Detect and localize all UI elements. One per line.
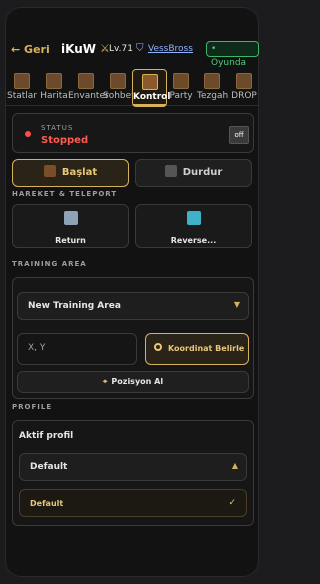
return-button[interactable]: Return	[12, 204, 129, 248]
tab-tezgah[interactable]: Tezgah	[197, 69, 229, 105]
caret-down-icon: ▼	[233, 300, 240, 309]
stall-icon	[204, 73, 220, 89]
profile-select[interactable]: Default ▲	[19, 453, 247, 481]
status-value: Stopped	[41, 135, 89, 146]
return-scroll-icon	[63, 211, 78, 225]
reverse-label: Reverse...	[170, 236, 217, 245]
map-icon	[46, 73, 62, 89]
stop-label: Durdur	[182, 167, 223, 178]
profile-option-label: Default	[30, 499, 64, 508]
profile-select-value: Default	[30, 462, 68, 472]
tab-label: Tezgah	[197, 91, 229, 101]
off-icon: off	[229, 126, 249, 144]
coordinate-input[interactable]: X, Y	[17, 333, 137, 365]
section-hareket-title: HAREKET & TELEPORT	[12, 190, 118, 198]
tab-label: Statlar	[7, 91, 38, 101]
status-card: STATUS Stopped off	[12, 113, 254, 153]
reverse-button[interactable]: Reverse...	[135, 204, 252, 248]
tab-sohbet[interactable]: Sohbet	[103, 69, 135, 105]
coordinate-placeholder: X, Y	[28, 343, 46, 353]
tab-envanter[interactable]: Envanter	[68, 69, 109, 105]
shield-icon: ⛉	[136, 43, 144, 54]
back-button[interactable]: ← Geri	[11, 43, 50, 56]
status-label: STATUS	[41, 124, 74, 132]
training-area-value: New Training Area	[28, 301, 121, 311]
separator-dot: ·	[129, 44, 132, 54]
reverse-scroll-icon	[186, 211, 201, 225]
target-icon	[154, 343, 162, 351]
tab-label: Party	[169, 91, 193, 101]
set-coordinate-button[interactable]: Koordinat Belirle	[145, 333, 249, 365]
tab-kontrol[interactable]: Kontrol	[132, 69, 171, 107]
start-icon	[43, 165, 56, 177]
control-icon	[141, 74, 158, 90]
check-icon: ✓	[228, 498, 236, 508]
tab-label: Harita	[40, 91, 68, 101]
guild-link[interactable]: VessBross	[148, 44, 193, 54]
start-button[interactable]: Başlat	[12, 159, 129, 187]
stats-icon	[14, 73, 30, 89]
status-badge: • Oyunda	[206, 41, 259, 68]
party-icon	[173, 73, 189, 89]
get-position-button[interactable]: ⌖ Pozisyon Al	[17, 371, 249, 393]
return-label: Return	[55, 236, 86, 245]
app-frame: ← Geri iKuW ⚔ Lv.71 · ⛉ VessBross • Oyun…	[5, 7, 259, 577]
tab-label: Kontrol	[133, 92, 171, 102]
chat-icon	[110, 73, 126, 89]
set-coordinate-label: Koordinat Belirle	[168, 344, 245, 353]
get-position-label: Pozisyon Al	[111, 377, 164, 386]
tab-drop[interactable]: DROP	[231, 69, 257, 105]
active-profile-title: Aktif profil	[19, 431, 74, 441]
tab-statlar[interactable]: Statlar	[7, 69, 37, 105]
profile-option[interactable]: Default ✓	[19, 489, 247, 517]
tab-bar: Statlar Harita Envanter Sohbet Kontrol P…	[5, 69, 259, 107]
tab-party[interactable]: Party	[169, 69, 193, 105]
stop-icon	[164, 165, 177, 177]
section-profile-title: PROFILE	[12, 403, 53, 411]
section-training-title: TRAINING AREA	[12, 260, 87, 268]
top-bar: ← Geri iKuW ⚔ Lv.71 · ⛉ VessBross • Oyun…	[5, 41, 259, 68]
inventory-icon	[78, 73, 94, 89]
drop-icon	[236, 73, 252, 89]
tab-harita[interactable]: Harita	[39, 69, 69, 105]
tab-label: Sohbet	[103, 91, 135, 101]
tab-label: DROP	[231, 91, 257, 101]
start-label: Başlat	[61, 167, 98, 178]
status-indicator-dot	[25, 131, 31, 137]
training-area-select[interactable]: New Training Area ▼	[17, 292, 249, 320]
player-name: iKuW	[61, 42, 96, 56]
location-pin-icon: ⌖	[102, 377, 108, 386]
caret-up-icon: ▲	[231, 461, 238, 470]
stop-button[interactable]: Durdur	[135, 159, 252, 187]
